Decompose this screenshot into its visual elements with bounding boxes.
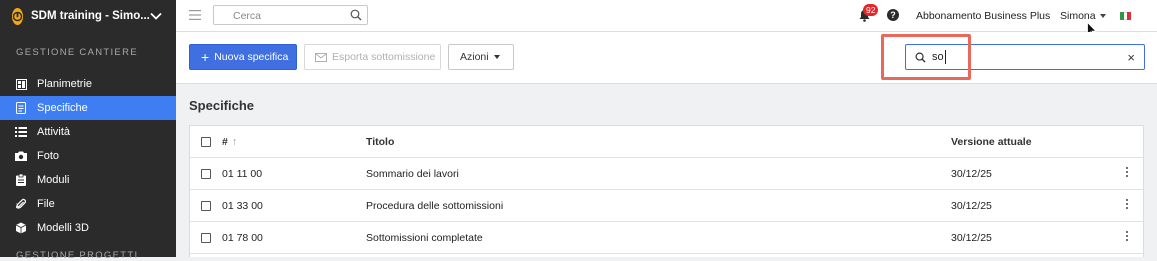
chevron-down-icon[interactable] — [150, 12, 162, 20]
sidebar-item-label: Modelli 3D — [37, 222, 89, 234]
more-options-icon[interactable] — [1126, 199, 1129, 211]
sidebar: SDM training - Simo... GESTIONE CANTIERE… — [0, 0, 176, 261]
clear-icon[interactable]: × — [1127, 50, 1135, 65]
spec-number: 01 33 00 — [222, 200, 263, 212]
spec-version: 30/12/25 — [951, 232, 992, 244]
search-placeholder: Cerca — [233, 10, 262, 22]
section-title-gestione-progetti: GESTIONE PROGETTI — [16, 250, 139, 261]
actions-label: Azioni — [460, 51, 489, 63]
export-submittal-label: Esporta sottomissione — [332, 51, 436, 63]
camera-icon — [15, 150, 27, 162]
sidebar-item-modelli-3d[interactable]: Modelli 3D — [0, 216, 176, 240]
row-checkbox[interactable] — [201, 233, 211, 243]
sidebar-item-label: Moduli — [37, 174, 70, 186]
select-all-checkbox[interactable] — [201, 137, 211, 147]
help-icon[interactable]: ? — [887, 9, 899, 21]
search-icon[interactable] — [350, 9, 362, 24]
sidebar-item-label: Specifiche — [37, 102, 88, 114]
project-name: SDM training - Simo... — [31, 10, 150, 22]
sidebar-item-foto[interactable]: Foto — [0, 144, 176, 168]
highlight-box — [881, 34, 971, 80]
page-title: Specifiche — [189, 98, 255, 113]
sidebar-item-attivita[interactable]: Attività — [0, 120, 176, 144]
column-header-number-label: # — [222, 136, 228, 148]
flag-stripe-red — [1127, 12, 1132, 20]
envelope-icon — [315, 52, 327, 62]
cube-icon — [15, 222, 27, 234]
column-header-title[interactable]: Titolo — [366, 136, 394, 148]
more-options-icon[interactable] — [1126, 231, 1129, 243]
export-submittal-button[interactable]: Esporta sottomissione — [304, 44, 441, 70]
user-name: Simona — [1060, 10, 1096, 22]
floorplan-icon — [15, 78, 27, 90]
clipboard-icon — [15, 174, 27, 186]
section-title-gestione-cantiere: GESTIONE CANTIERE — [16, 47, 138, 58]
table-row[interactable]: 01 33 00 Procedura delle sottomissioni 3… — [190, 190, 1143, 222]
caret-down-icon — [493, 55, 500, 59]
sort-arrow-icon[interactable]: ↑ — [232, 136, 237, 148]
new-specification-label: Nuova specifica — [214, 51, 289, 63]
column-header-number[interactable]: # ↑ — [222, 136, 237, 148]
sidebar-item-specifiche[interactable]: Specifiche — [0, 96, 176, 120]
caret-down-icon — [1099, 14, 1106, 18]
spec-title[interactable]: Procedura delle sottomissioni — [366, 200, 503, 212]
table-row[interactable]: 01 11 00 Sommario dei lavori 30/12/25 — [190, 158, 1143, 190]
project-selector[interactable]: SDM training - Simo... — [0, 0, 176, 32]
spec-title[interactable]: Sottomissioni completate — [366, 232, 483, 244]
spec-number: 01 78 00 — [222, 232, 263, 244]
italian-flag-icon[interactable] — [1120, 12, 1132, 20]
company-logo-icon — [12, 7, 23, 25]
specifications-table: # ↑ Titolo Versione attuale 01 11 00 Somm… — [189, 125, 1144, 257]
spec-version: 30/12/25 — [951, 200, 992, 212]
plus-icon: + — [201, 49, 210, 65]
subscription-plan[interactable]: Abbonamento Business Plus — [916, 10, 1050, 22]
spec-title[interactable]: Sommario dei lavori — [366, 168, 459, 180]
top-bar: Cerca 92 ? Abbonamento Business Plus Sim… — [176, 0, 1157, 38]
spec-version: 30/12/25 — [951, 168, 992, 180]
spec-number: 01 11 00 — [222, 168, 263, 180]
sidebar-item-label: Attività — [37, 126, 71, 138]
user-menu[interactable]: Simona — [1060, 10, 1106, 22]
column-header-version[interactable]: Versione attuale — [951, 136, 1032, 148]
document-icon — [15, 102, 27, 114]
table-header-row: # ↑ Titolo Versione attuale — [190, 126, 1143, 158]
table-row[interactable]: 01 78 00 Sottomissioni completate 30/12/… — [190, 222, 1143, 254]
list-icon — [15, 126, 27, 138]
sidebar-item-file[interactable]: File — [0, 192, 176, 216]
row-checkbox[interactable] — [201, 169, 211, 179]
sidebar-item-planimetrie[interactable]: Planimetrie — [0, 72, 176, 96]
actions-dropdown[interactable]: Azioni — [448, 44, 514, 70]
new-specification-button[interactable]: + Nuova specifica — [189, 44, 297, 70]
row-checkbox[interactable] — [201, 201, 211, 211]
hamburger-menu-icon[interactable] — [189, 10, 201, 23]
sidebar-item-label: Planimetrie — [37, 78, 93, 90]
global-search-input[interactable]: Cerca — [213, 5, 368, 25]
notification-badge[interactable]: 92 — [863, 4, 879, 16]
paperclip-icon — [15, 198, 27, 210]
sidebar-item-label: File — [37, 198, 55, 210]
sidebar-item-moduli[interactable]: Moduli — [0, 168, 176, 192]
more-options-icon[interactable] — [1126, 167, 1129, 179]
sidebar-item-label: Foto — [37, 150, 60, 162]
